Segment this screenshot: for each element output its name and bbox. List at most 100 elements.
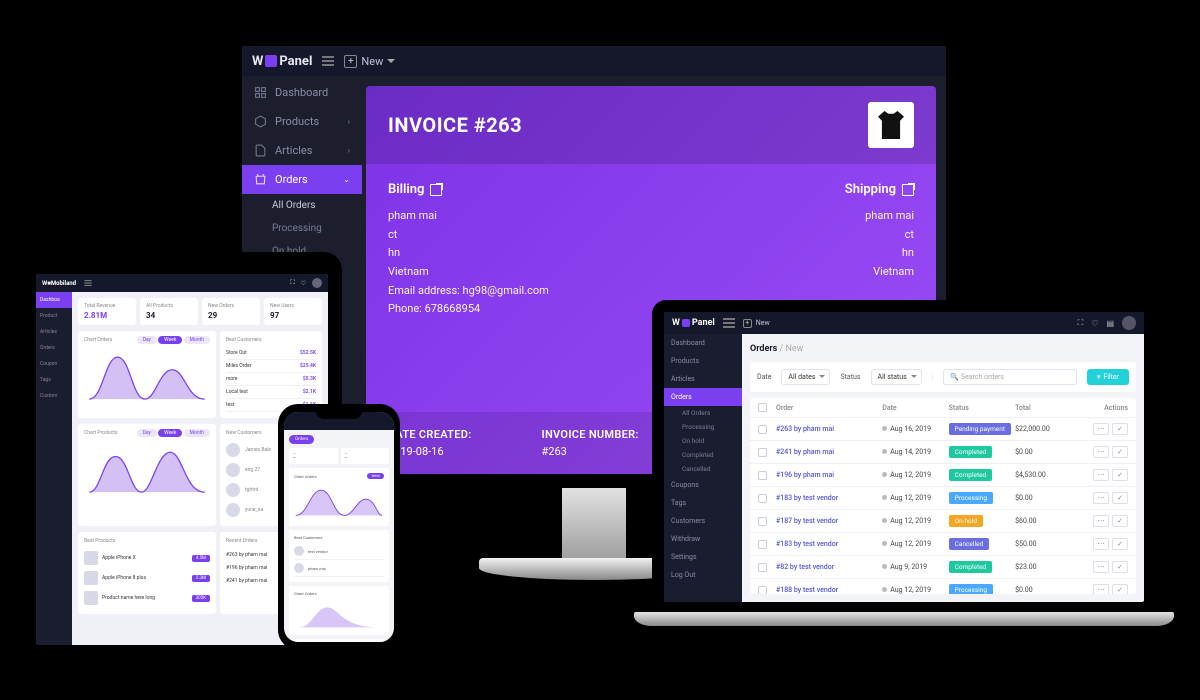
expand-icon[interactable]: ⛶ xyxy=(1078,318,1084,328)
filter-button[interactable]: ▾Filter xyxy=(1087,369,1129,385)
hamburger-icon[interactable] xyxy=(84,280,91,286)
action-view[interactable]: ⋯ xyxy=(1093,561,1109,573)
tab-day[interactable]: Day xyxy=(137,336,157,344)
row-checkbox[interactable] xyxy=(758,448,767,457)
row-checkbox[interactable] xyxy=(758,540,767,549)
order-link[interactable]: #188 by test vendor xyxy=(776,586,882,594)
row-checkbox[interactable] xyxy=(758,471,767,480)
edit-icon[interactable] xyxy=(902,184,914,196)
sidebar-item-withdraw[interactable]: Withdraw xyxy=(664,530,742,548)
sidebar-item-customers[interactable]: Customers xyxy=(664,512,742,530)
order-link[interactable]: #187 by test vendor xyxy=(776,517,882,525)
expand-icon[interactable]: ⛶ xyxy=(290,279,294,287)
date-select[interactable]: All dates xyxy=(781,369,830,385)
sidebar-sub-processing[interactable]: Processing xyxy=(242,217,362,240)
sidebar-item-products[interactable]: Product xyxy=(36,308,72,324)
row-checkbox[interactable] xyxy=(758,586,767,595)
tab-week[interactable]: Week xyxy=(158,336,182,344)
table-row[interactable]: #188 by test vendor Aug 12, 2019 Process… xyxy=(750,579,1136,594)
action-complete[interactable]: ✓ xyxy=(1112,584,1128,594)
list-item[interactable]: Miles Order$25.4K xyxy=(226,360,316,373)
sidebar-item-tags[interactable]: Tags xyxy=(664,494,742,512)
search-input[interactable]: 🔍 Search orders xyxy=(943,369,1076,385)
sidebar-item-orders[interactable]: Orders⌄ xyxy=(242,165,362,194)
order-link[interactable]: #183 by test vendor xyxy=(776,540,882,548)
row-checkbox[interactable] xyxy=(758,494,767,503)
action-complete[interactable]: ✓ xyxy=(1112,446,1128,458)
list-item[interactable]: test vendor xyxy=(294,543,384,560)
action-complete[interactable]: ✓ xyxy=(1112,561,1128,573)
sidebar-sub-onhold[interactable]: On hold xyxy=(664,434,742,448)
sidebar-item-dashboard[interactable]: Dashboa xyxy=(36,292,72,308)
sidebar-item-products[interactable]: Products› xyxy=(242,107,362,136)
list-item[interactable]: Apple iPhone X4.5M xyxy=(84,548,210,568)
action-complete[interactable]: ✓ xyxy=(1112,469,1128,481)
table-row[interactable]: #196 by pham mai Aug 12, 2019 Completed … xyxy=(750,464,1136,487)
action-complete[interactable]: ✓ xyxy=(1112,515,1128,527)
sidebar-item-articles[interactable]: Articles xyxy=(664,370,742,388)
grid-icon[interactable]: ▤ xyxy=(1106,319,1114,328)
sidebar-sub-cancelled[interactable]: Cancelled xyxy=(664,462,742,476)
sidebar-item-dashboard[interactable]: Dashboard xyxy=(242,78,362,107)
order-link[interactable]: #263 by pham mai xyxy=(776,425,882,433)
order-link[interactable]: #241 by pham mai xyxy=(776,448,882,456)
sidebar-item-orders[interactable]: Orders xyxy=(664,388,742,406)
action-view[interactable]: ⋯ xyxy=(1093,584,1109,594)
list-item[interactable]: Apple iPhone 8 plus2.3M xyxy=(84,568,210,588)
list-item[interactable]: Product name here long305K xyxy=(84,588,210,608)
hamburger-icon[interactable] xyxy=(723,318,735,328)
bell-icon[interactable]: ♡ xyxy=(301,280,306,287)
sidebar-item-coupons[interactable]: Coupons xyxy=(664,476,742,494)
action-view[interactable]: ⋯ xyxy=(1093,469,1109,481)
sidebar-item-coupons[interactable]: Coupon xyxy=(36,356,72,372)
row-checkbox[interactable] xyxy=(758,563,767,572)
action-view[interactable]: ⋯ xyxy=(1093,515,1109,527)
table-row[interactable]: #183 by test vendor Aug 12, 2019 Process… xyxy=(750,487,1136,510)
action-complete[interactable]: ✓ xyxy=(1112,492,1128,504)
action-view[interactable]: ⋯ xyxy=(1093,423,1109,435)
table-row[interactable]: #241 by pham mai Aug 14, 2019 Completed … xyxy=(750,441,1136,464)
sidebar-sub-all-orders[interactable]: All Orders xyxy=(664,406,742,420)
bell-icon[interactable]: ♡ xyxy=(1091,319,1098,328)
sidebar-sub-processing[interactable]: Processing xyxy=(664,420,742,434)
checkbox-all[interactable] xyxy=(758,403,767,412)
list-item[interactable]: more$5.3K xyxy=(226,373,316,386)
tab-month[interactable]: Month xyxy=(184,336,210,344)
order-link[interactable]: #196 by pham mai xyxy=(776,471,882,479)
status-select[interactable]: All status xyxy=(871,369,922,385)
sidebar-item-customers[interactable]: Custom xyxy=(36,388,72,404)
sidebar-sub-all-orders[interactable]: All Orders xyxy=(242,194,362,217)
action-view[interactable]: ⋯ xyxy=(1093,492,1109,504)
table-row[interactable]: #263 by pham mai Aug 16, 2019 Pending pa… xyxy=(750,418,1136,441)
list-item[interactable]: Local test$2.1K xyxy=(226,386,316,399)
avatar[interactable] xyxy=(312,278,322,288)
table-row[interactable]: #82 by test vendor Aug 9, 2019 Completed… xyxy=(750,556,1136,579)
table-row[interactable]: #187 by test vendor Aug 12, 2019 On-hold… xyxy=(750,510,1136,533)
order-link[interactable]: #82 by test vendor xyxy=(776,563,882,571)
table-row[interactable]: #183 by test vendor Aug 12, 2019 Cancell… xyxy=(750,533,1136,556)
action-view[interactable]: ⋯ xyxy=(1093,446,1109,458)
sidebar-sub-completed[interactable]: Completed xyxy=(664,448,742,462)
sidebar-item-products[interactable]: Products xyxy=(664,352,742,370)
sidebar-item-articles[interactable]: Articles› xyxy=(242,136,362,165)
action-complete[interactable]: ✓ xyxy=(1112,423,1128,435)
new-button[interactable]: + New xyxy=(344,55,395,68)
action-view[interactable]: ⋯ xyxy=(1093,538,1109,550)
order-link[interactable]: #183 by test vendor xyxy=(776,494,882,502)
action-complete[interactable]: ✓ xyxy=(1112,538,1128,550)
sidebar-item-articles[interactable]: Articles xyxy=(36,324,72,340)
list-item[interactable]: pham mai xyxy=(294,560,384,577)
sidebar-item-tags[interactable]: Tags xyxy=(36,372,72,388)
list-item[interactable]: Store Out$52.5K xyxy=(226,347,316,360)
edit-icon[interactable] xyxy=(430,184,442,196)
hamburger-icon[interactable] xyxy=(322,56,334,66)
row-checkbox[interactable] xyxy=(758,517,767,526)
sidebar-item-settings[interactable]: Settings xyxy=(664,548,742,566)
row-checkbox[interactable] xyxy=(758,425,767,434)
sidebar-item-logout[interactable]: Log Out xyxy=(664,566,742,584)
sidebar-item-dashboard[interactable]: Dashboard xyxy=(664,334,742,352)
orders-pill[interactable]: Orders xyxy=(289,435,314,444)
sidebar-item-orders[interactable]: Orders xyxy=(36,340,72,356)
avatar[interactable] xyxy=(1122,316,1136,330)
new-button[interactable]: +New xyxy=(743,319,770,328)
